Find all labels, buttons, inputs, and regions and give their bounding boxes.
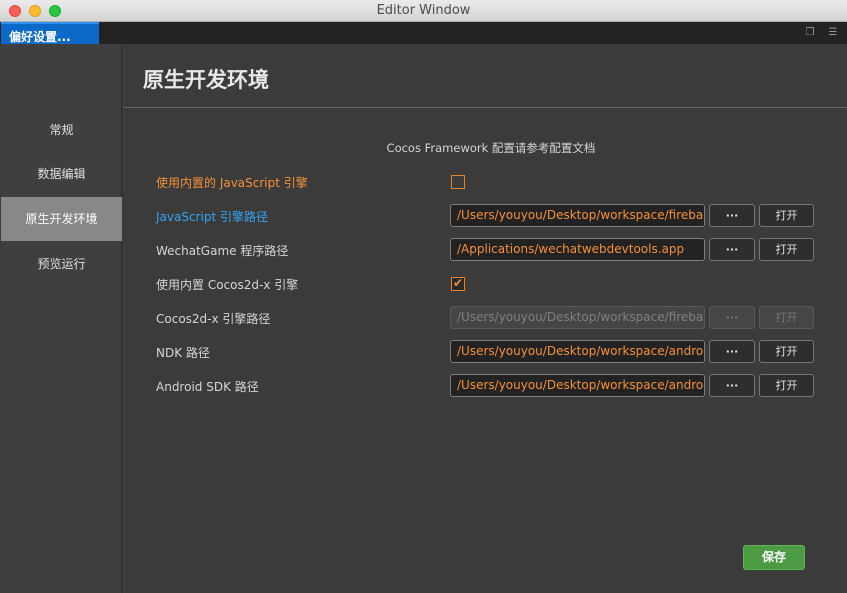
android-sdk-path-label: Android SDK 路径 [156, 380, 259, 394]
framework-hint: Cocos Framework 配置请参考配置文档 [386, 141, 596, 155]
main-panel: 原生开发环境 Cocos Framework 配置请参考配置文档 使用内置的 J… [123, 44, 847, 593]
title-bar: Editor Window [0, 0, 847, 22]
ndk-path-input[interactable]: /Users/youyou/Desktop/workspace/androi [450, 340, 705, 363]
cocos2dx-open-button: 打开 [759, 306, 814, 329]
checkmark-icon: ✔ [453, 276, 464, 290]
tab-preferences[interactable]: 偏好设置... [1, 22, 99, 44]
cocos2dx-path-label: Cocos2d-x 引擎路径 [156, 312, 271, 326]
wechatgame-path-label: WechatGame 程序路径 [156, 244, 289, 258]
sidebar-item-preview-run[interactable]: 预览运行 [1, 242, 122, 286]
sidebar-item-data-editing[interactable]: 数据编辑 [1, 152, 122, 196]
use-builtin-cocos2dx-checkbox[interactable]: ✔ [451, 276, 465, 291]
wechatgame-path-input[interactable]: /Applications/wechatwebdevtools.app [450, 238, 705, 261]
tab-bar: 偏好设置... ❐ ☰ [0, 22, 847, 44]
sidebar-item-native-env[interactable]: 原生开发环境 [1, 197, 122, 241]
wechatgame-browse-button[interactable]: ··· [709, 238, 755, 261]
wechatgame-open-button[interactable]: 打开 [759, 238, 814, 261]
android-sdk-browse-button[interactable]: ··· [709, 374, 755, 397]
sidebar: 常规 数据编辑 原生开发环境 预览运行 [1, 44, 122, 593]
android-sdk-path-input[interactable]: /Users/youyou/Desktop/workspace/androi [450, 374, 705, 397]
ndk-browse-button[interactable]: ··· [709, 340, 755, 363]
use-builtin-cocos2dx-label: 使用内置 Cocos2d-x 引擎 [156, 278, 299, 292]
restore-icon[interactable]: ❐ [805, 28, 815, 38]
window-title: Editor Window [376, 3, 471, 18]
use-builtin-js-label: 使用内置的 JavaScript 引擎 [156, 176, 308, 190]
js-engine-open-button[interactable]: 打开 [759, 204, 814, 227]
sidebar-item-general[interactable]: 常规 [1, 108, 122, 152]
ndk-open-button[interactable]: 打开 [759, 340, 814, 363]
js-engine-path-input[interactable]: /Users/youyou/Desktop/workspace/firebal [450, 204, 705, 227]
android-sdk-open-button[interactable]: 打开 [759, 374, 814, 397]
save-button[interactable]: 保存 [743, 545, 805, 570]
ndk-path-label: NDK 路径 [156, 346, 210, 360]
cocos2dx-browse-button: ··· [709, 306, 755, 329]
cocos2dx-path-input: /Users/youyou/Desktop/workspace/firebal [450, 306, 705, 329]
js-engine-browse-button[interactable]: ··· [709, 204, 755, 227]
use-builtin-js-checkbox[interactable] [451, 175, 465, 189]
divider [123, 107, 847, 108]
menu-icon[interactable]: ☰ [828, 28, 838, 38]
page-title: 原生开发环境 [143, 68, 269, 92]
js-engine-path-label: JavaScript 引擎路径 [156, 210, 268, 224]
